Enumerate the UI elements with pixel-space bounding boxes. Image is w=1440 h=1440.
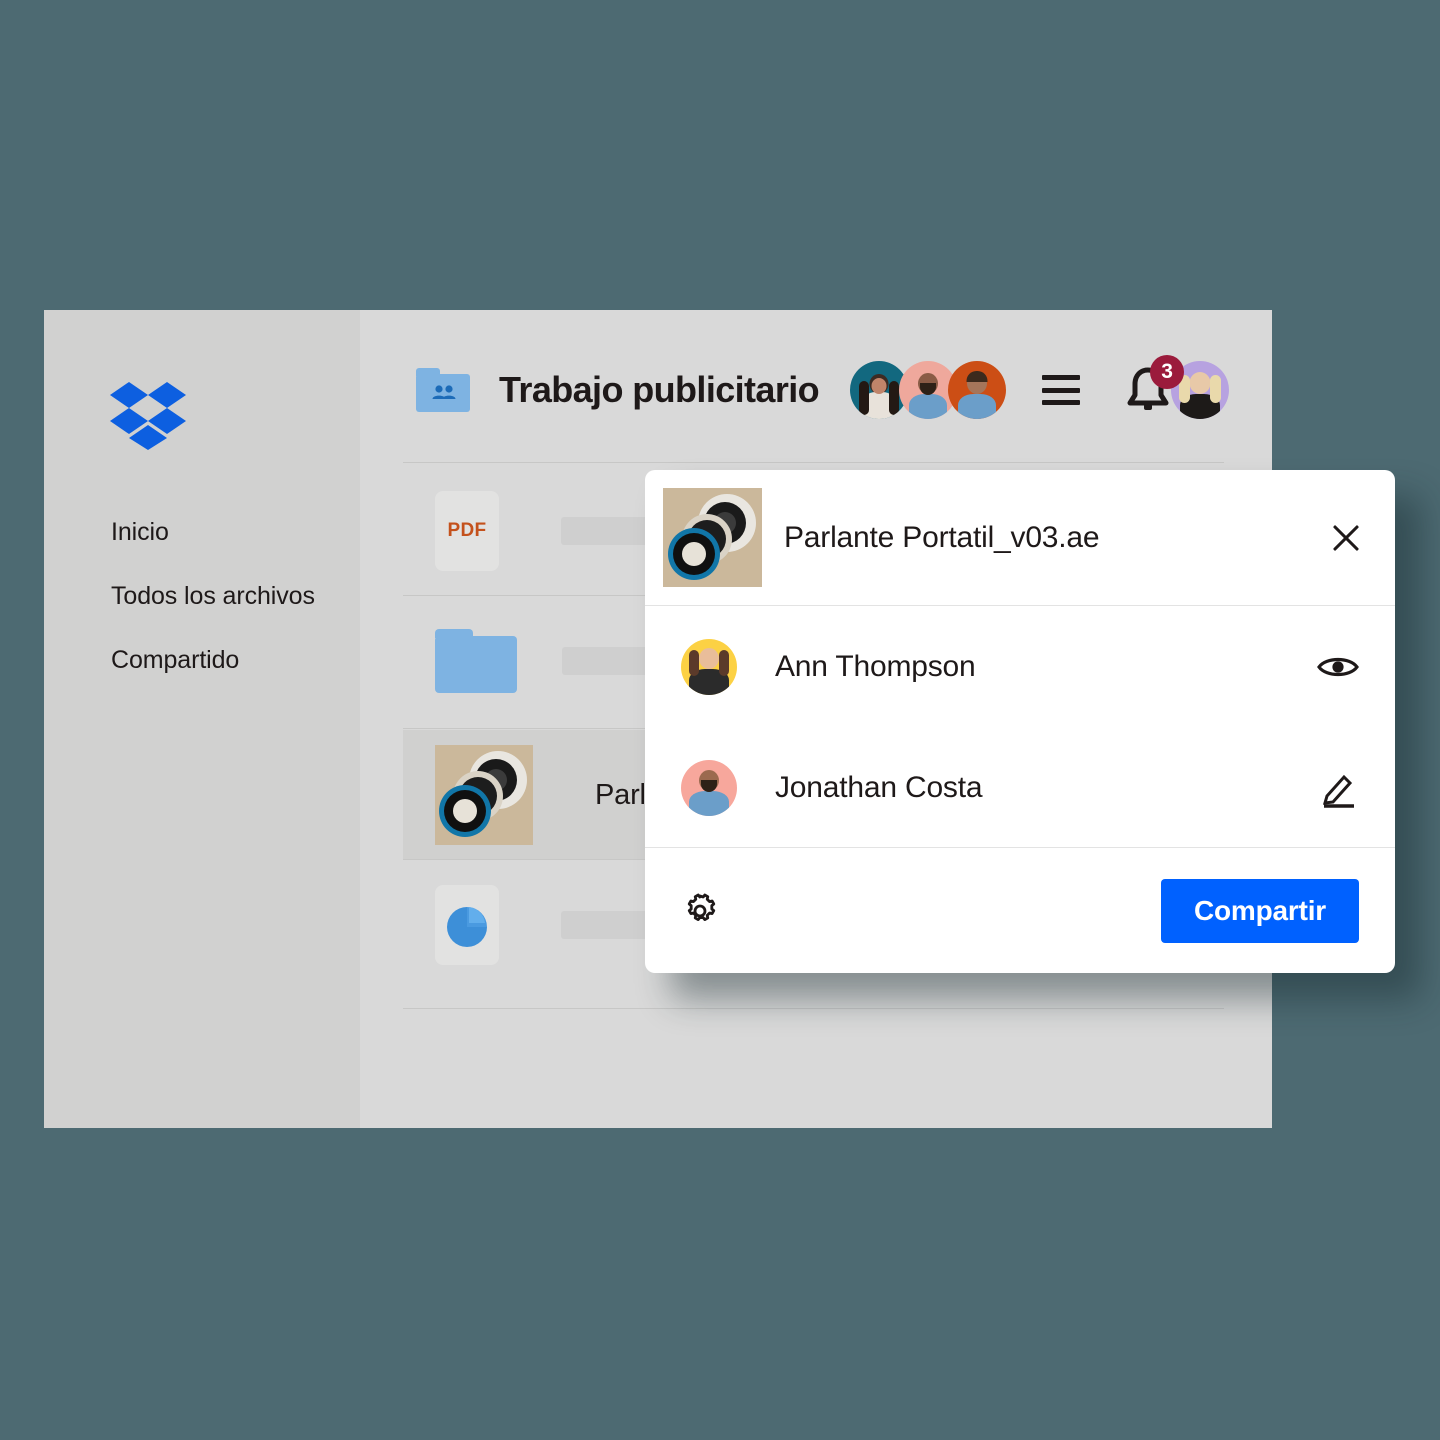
share-person-row[interactable]: Ann Thompson bbox=[645, 606, 1395, 727]
pdf-file-icon: PDF bbox=[435, 491, 499, 571]
notifications-button[interactable]: 3 bbox=[1125, 355, 1185, 415]
share-modal-footer: Compartir bbox=[645, 847, 1395, 973]
folder-icon bbox=[435, 629, 517, 693]
close-icon[interactable] bbox=[1328, 520, 1364, 556]
share-button[interactable]: Compartir bbox=[1161, 878, 1359, 943]
avatar-jonathan-costa bbox=[681, 759, 737, 816]
share-modal-header: Parlante Portatil_v03.ae bbox=[645, 470, 1395, 606]
person-name: Ann Thompson bbox=[775, 649, 976, 683]
sidebar: Inicio Todos los archivos Compartido bbox=[44, 310, 360, 1128]
gear-icon[interactable] bbox=[681, 892, 719, 930]
dropbox-logo-icon[interactable] bbox=[110, 382, 186, 450]
share-modal: Parlante Portatil_v03.ae Ann Thompson Jo… bbox=[645, 470, 1395, 973]
chart-file-icon bbox=[435, 885, 499, 965]
speaker-thumbnail-icon bbox=[663, 488, 762, 587]
sidebar-item-label: Compartido bbox=[111, 646, 240, 674]
sidebar-item-todos-los-archivos[interactable]: Todos los archivos bbox=[111, 584, 351, 609]
member-avatar-group[interactable] bbox=[850, 361, 1007, 419]
sidebar-item-label: Todos los archivos bbox=[111, 582, 315, 610]
folder-header: Trabajo publicitario 3 bbox=[416, 355, 1242, 425]
share-person-row[interactable]: Jonathan Costa bbox=[645, 727, 1395, 848]
shared-file-name: Parlante Portatil_v03.ae bbox=[784, 520, 1100, 554]
sidebar-nav: Inicio Todos los archivos Compartido bbox=[111, 520, 351, 712]
hamburger-menu-icon[interactable] bbox=[1042, 375, 1081, 405]
avatar-ann-thompson bbox=[681, 638, 737, 695]
pdf-label: PDF bbox=[447, 520, 487, 541]
sidebar-item-inicio[interactable]: Inicio bbox=[111, 520, 351, 545]
notification-badge: 3 bbox=[1150, 355, 1185, 389]
speaker-thumbnail-icon bbox=[435, 745, 533, 845]
sidebar-item-compartido[interactable]: Compartido bbox=[111, 648, 351, 673]
header-divider bbox=[403, 462, 1224, 463]
pencil-icon[interactable] bbox=[1317, 767, 1359, 809]
page-title: Trabajo publicitario bbox=[499, 369, 820, 410]
row-divider bbox=[403, 1008, 1224, 1009]
member-avatar-3[interactable] bbox=[948, 361, 1007, 419]
eye-icon[interactable] bbox=[1317, 646, 1359, 688]
sidebar-item-label: Inicio bbox=[111, 518, 169, 546]
shared-folder-icon bbox=[416, 368, 470, 412]
screenshot-stage: Inicio Todos los archivos Compartido Tra… bbox=[0, 0, 1440, 1440]
person-name: Jonathan Costa bbox=[775, 770, 983, 804]
